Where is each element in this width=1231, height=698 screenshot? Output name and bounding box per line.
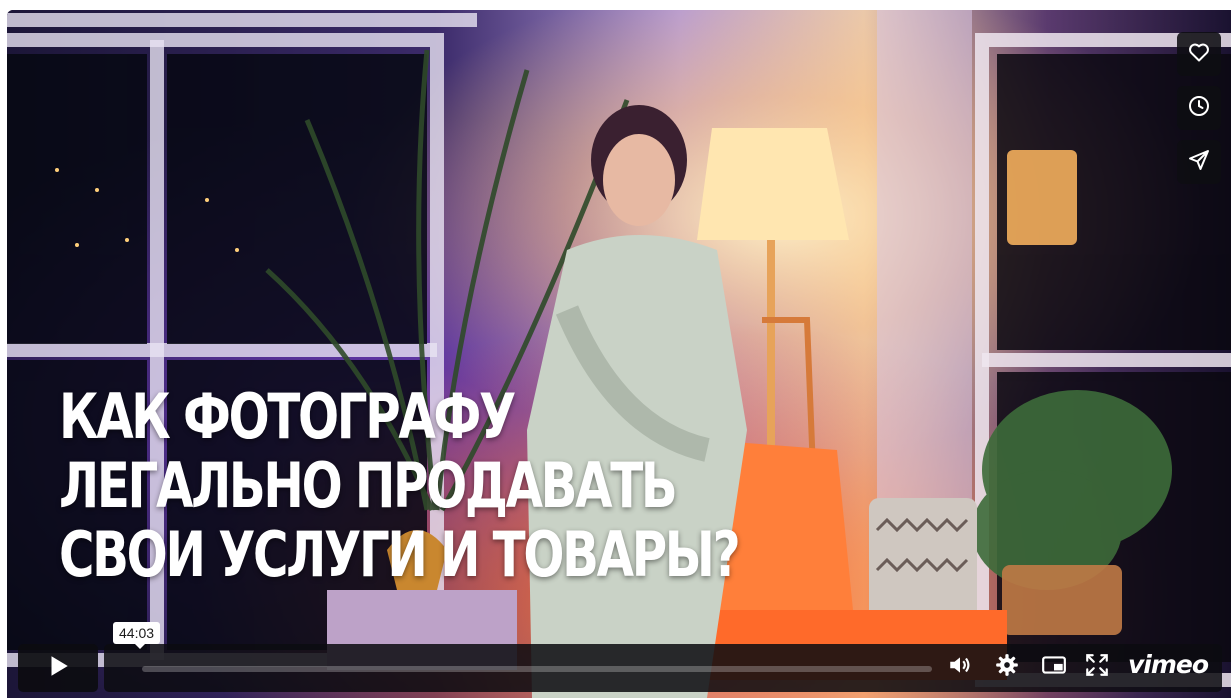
watch-later-button[interactable]	[1177, 86, 1221, 130]
settings-button[interactable]	[994, 652, 1020, 683]
settings-icon	[994, 652, 1020, 683]
time-tooltip: 44:03	[113, 622, 161, 649]
video-frame	[7, 10, 1231, 698]
picture-in-picture-icon	[1041, 652, 1067, 683]
volume-icon	[947, 652, 973, 683]
pip-button[interactable]	[1041, 654, 1067, 680]
heart-icon	[1187, 40, 1211, 69]
side-actions	[1177, 32, 1221, 184]
video-player[interactable]: КАК ФОТОГРАФУ ЛЕГАЛЬНО ПРОДАВАТЬ СВОИ УС…	[7, 10, 1231, 698]
title-line-2: ЛЕГАЛЬНО ПРОДАВАТЬ	[59, 449, 678, 522]
clock-icon	[1187, 94, 1211, 123]
progress-bar[interactable]	[142, 666, 932, 672]
vimeo-logo-link[interactable]: vimeo	[1128, 650, 1209, 679]
video-title-overlay: КАК ФОТОГРАФУ ЛЕГАЛЬНО ПРОДАВАТЬ СВОИ УС…	[59, 382, 930, 589]
fullscreen-icon	[1084, 652, 1110, 683]
volume-button[interactable]	[947, 654, 973, 680]
title-line-1: КАК ФОТОГРАФУ	[59, 380, 516, 453]
send-icon	[1187, 148, 1211, 177]
share-button[interactable]	[1177, 140, 1221, 184]
player-controls: vimeo	[12, 640, 1222, 692]
title-line-3: СВОИ УСЛУГИ И ТОВАРЫ?	[59, 518, 741, 591]
fullscreen-button[interactable]	[1084, 652, 1110, 683]
play-button[interactable]	[18, 644, 98, 692]
like-button[interactable]	[1177, 32, 1221, 76]
play-icon	[45, 653, 71, 684]
